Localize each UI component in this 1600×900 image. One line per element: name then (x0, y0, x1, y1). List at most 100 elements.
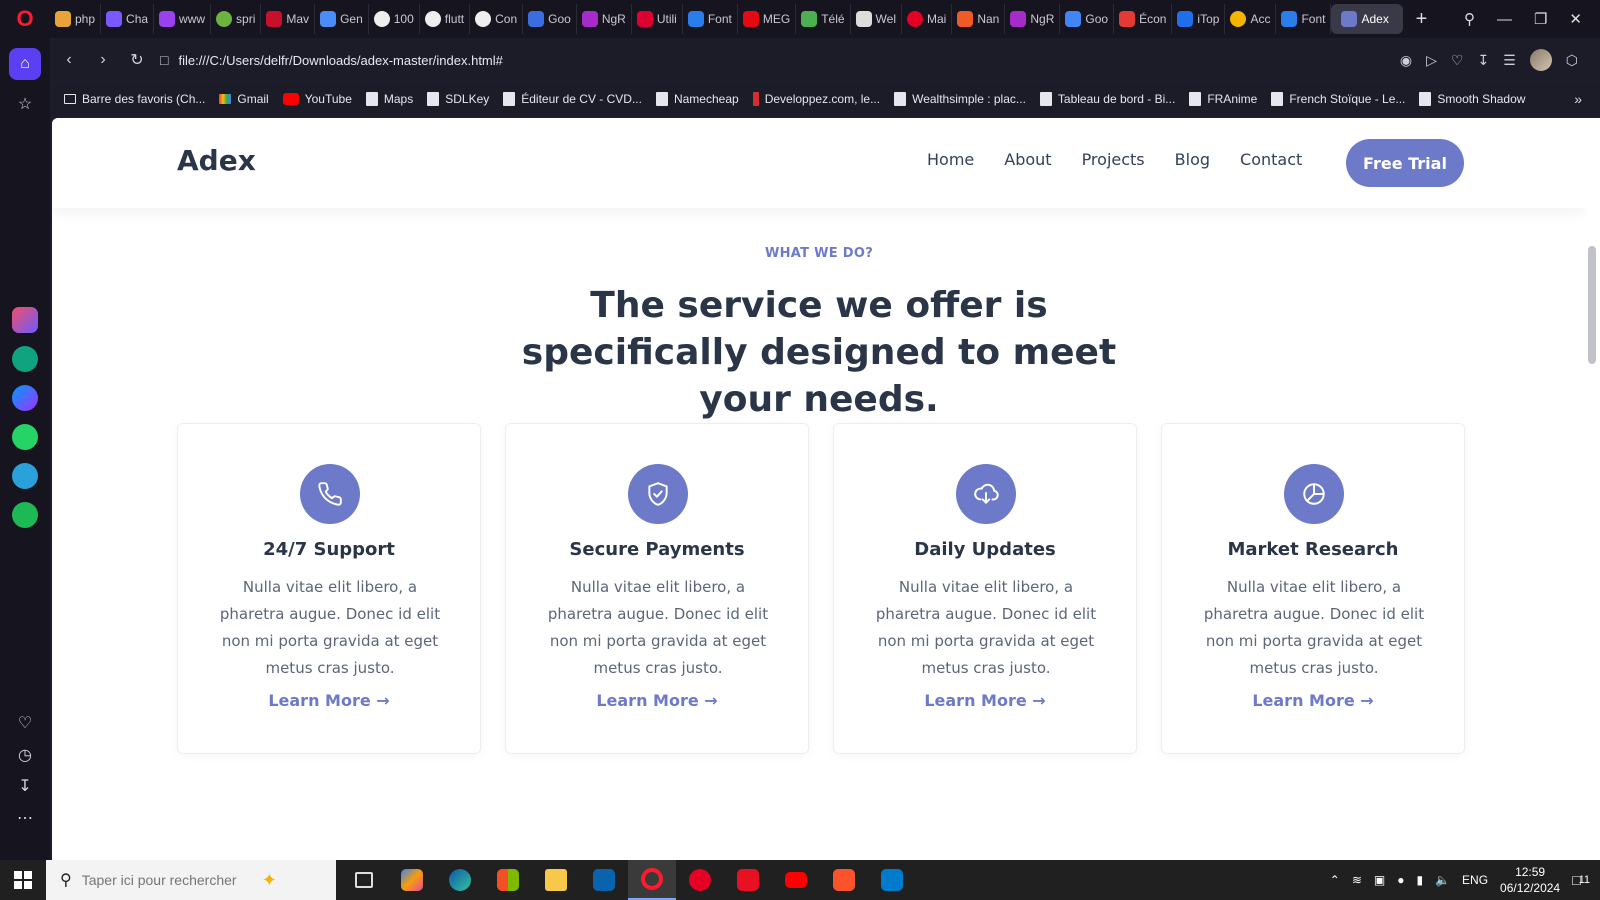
brave-icon[interactable] (820, 860, 868, 900)
new-tab-button[interactable]: + (1407, 5, 1435, 33)
opera-taskbar-icon[interactable] (628, 860, 676, 900)
microphone-icon[interactable]: ● (1397, 873, 1404, 887)
browser-tab[interactable]: php (50, 4, 102, 34)
learn-more-link[interactable]: Learn More → (506, 691, 808, 710)
bookmark-item[interactable]: SDLKey (427, 92, 489, 106)
browser-tab[interactable]: Mai (902, 4, 953, 34)
chevron-right-icon[interactable]: » (1574, 91, 1582, 107)
browser-tab[interactable]: Nan (952, 4, 1006, 34)
bookmark-item[interactable]: Gmail (219, 92, 269, 106)
browser-tab[interactable]: Font (683, 4, 738, 34)
more-icon[interactable]: ⋯ (9, 802, 41, 834)
avatar[interactable] (1529, 49, 1552, 71)
browser-tab[interactable]: flutt (420, 4, 471, 34)
history-icon[interactable]: ◷ (9, 739, 41, 771)
forward-button[interactable]: › (86, 43, 120, 77)
store-icon[interactable] (484, 860, 532, 900)
nav-contact[interactable]: Contact (1240, 150, 1302, 169)
browser-tab[interactable]: NgR (577, 4, 632, 34)
nav-blog[interactable]: Blog (1175, 150, 1210, 169)
start-button[interactable] (0, 860, 46, 900)
nav-about[interactable]: About (1004, 150, 1051, 169)
chevron-up-icon[interactable]: ⌃ (1330, 873, 1340, 887)
aria-app-icon[interactable] (9, 304, 41, 336)
browser-tab[interactable]: Con (470, 4, 524, 34)
telegram-icon[interactable] (9, 460, 41, 492)
extensions-icon[interactable]: ⬡ (1566, 52, 1578, 69)
browser-tab-active[interactable]: Adex (1331, 4, 1404, 34)
play-icon[interactable]: ▷ (1426, 52, 1437, 69)
bookmark-item[interactable]: Barre des favoris (Ch... (64, 92, 205, 106)
search-tabs-icon[interactable]: ⚲ (1464, 10, 1475, 28)
taskbar-search[interactable]: ⚲ ✦ (46, 860, 336, 900)
page-info-icon[interactable]: □ (160, 52, 168, 68)
messenger-icon[interactable] (9, 382, 41, 414)
browser-tab[interactable]: Télé (796, 4, 851, 34)
browser-tab[interactable]: www (154, 4, 212, 34)
free-trial-button[interactable]: Free Trial (1346, 139, 1464, 187)
bookmark-item[interactable]: French Stoïque - Le... (1271, 92, 1405, 106)
bookmark-item[interactable]: Tableau de bord - Bi... (1039, 92, 1175, 106)
site-logo[interactable]: Adex (177, 144, 256, 177)
taskbar-search-input[interactable] (81, 872, 252, 888)
heart-icon[interactable]: ♡ (9, 707, 41, 739)
browser-tab[interactable]: NgR (1005, 4, 1061, 34)
spotify-icon[interactable] (9, 499, 41, 531)
vscode-icon[interactable] (868, 860, 916, 900)
browser-tab[interactable]: spri (211, 4, 262, 34)
screen-recorder-icon[interactable] (724, 860, 772, 900)
chatgpt-icon[interactable] (9, 343, 41, 375)
battery-icon[interactable]: ▮ (1416, 873, 1423, 887)
heart-icon[interactable]: ♡ (1451, 52, 1464, 69)
download-icon[interactable]: ↧ (9, 770, 41, 802)
star-icon[interactable]: ☆ (9, 88, 41, 120)
learn-more-link[interactable]: Learn More → (178, 691, 480, 710)
learn-more-link[interactable]: Learn More → (1162, 691, 1464, 710)
youtube-icon[interactable] (772, 860, 820, 900)
browser-tab[interactable]: Mav (261, 4, 316, 34)
browser-tab[interactable]: Goo (523, 4, 577, 34)
nav-home[interactable]: Home (927, 150, 974, 169)
task-view-icon[interactable] (340, 860, 388, 900)
camera-icon[interactable]: ◉ (1400, 52, 1412, 69)
outlook-icon[interactable] (580, 860, 628, 900)
browser-tab[interactable]: Gen (315, 4, 369, 34)
language-indicator[interactable]: ENG (1462, 873, 1488, 887)
scrollbar-track[interactable] (1586, 118, 1600, 860)
opera-logo-icon[interactable]: O (0, 0, 50, 38)
easy-setup-icon[interactable]: ☰ (1503, 52, 1516, 69)
pinterest-icon[interactable] (676, 860, 724, 900)
bookmark-item[interactable]: Éditeur de CV - CVD... (503, 92, 642, 106)
home-icon[interactable]: ⌂ (9, 48, 41, 80)
scrollbar-thumb[interactable] (1588, 246, 1596, 364)
close-icon[interactable]: ✕ (1569, 10, 1582, 28)
browser-tab[interactable]: Utili (632, 4, 683, 34)
bookmark-item[interactable]: Smooth Shadow (1419, 92, 1525, 106)
bookmark-item[interactable]: FRAnime (1189, 92, 1257, 106)
browser-tab[interactable]: iTop (1172, 4, 1226, 34)
bookmark-item[interactable]: Namecheap (655, 92, 739, 106)
copilot-icon[interactable] (388, 860, 436, 900)
browser-tab[interactable]: Goo (1060, 4, 1115, 34)
clock[interactable]: 12:59 06/12/2024 (1500, 864, 1560, 896)
browser-tab[interactable]: MEG (738, 4, 797, 34)
learn-more-link[interactable]: Learn More → (834, 691, 1136, 710)
bookmark-item[interactable]: YouTube (282, 92, 352, 106)
browser-tab[interactable]: Cha (101, 4, 155, 34)
browser-tab[interactable]: Écon (1114, 4, 1173, 34)
bookmark-item[interactable]: Developpez.com, le... (752, 92, 880, 106)
device-icon[interactable]: ▣ (1374, 873, 1385, 887)
bookmark-item[interactable]: Wealthsimple : plac... (894, 92, 1026, 106)
browser-tab[interactable]: Wel (851, 4, 902, 34)
file-explorer-icon[interactable] (532, 860, 580, 900)
whatsapp-icon[interactable] (9, 421, 41, 453)
url-field[interactable]: file:///C:/Users/delfr/Downloads/adex-ma… (178, 53, 1399, 68)
browser-tab[interactable]: Font (1276, 4, 1332, 34)
volume-icon[interactable]: 🔈 (1435, 873, 1450, 887)
bookmark-item[interactable]: Maps (365, 92, 413, 106)
edge-icon[interactable] (436, 860, 484, 900)
wifi-icon[interactable]: ≋ (1352, 873, 1362, 887)
reload-button[interactable]: ↻ (120, 43, 154, 77)
download-icon[interactable]: ↧ (1477, 52, 1489, 69)
browser-tab[interactable]: Acc (1225, 4, 1277, 34)
